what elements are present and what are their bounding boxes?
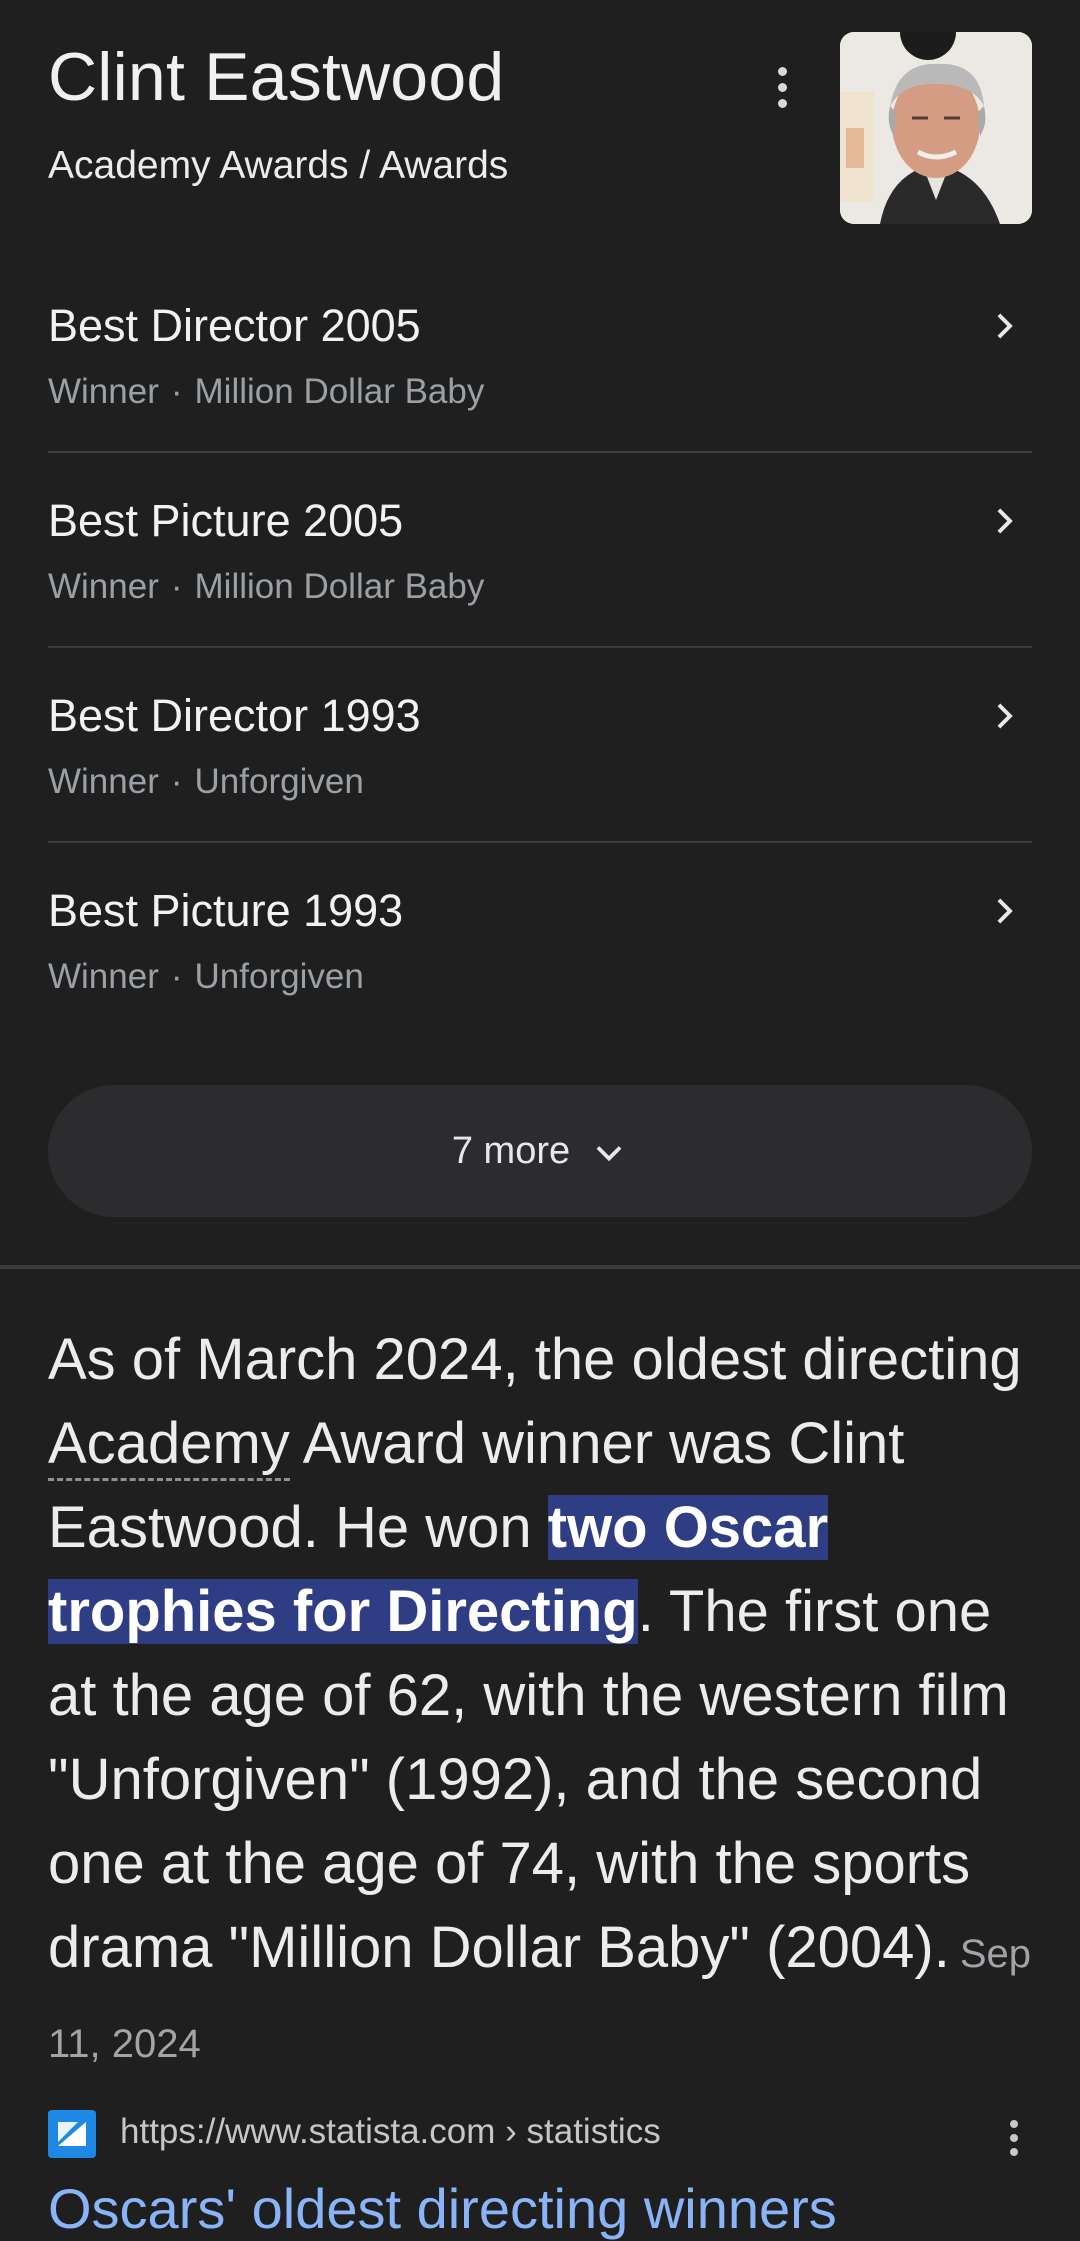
separator: · bbox=[170, 567, 183, 606]
featured-snippet: As of March 2024, the oldest directing A… bbox=[48, 1318, 1038, 2086]
award-meta: Winner · Million Dollar Baby bbox=[48, 567, 484, 607]
chevron-right-icon[interactable] bbox=[986, 893, 1022, 929]
award-meta: Winner · Unforgiven bbox=[48, 957, 364, 997]
award-status: Winner bbox=[48, 567, 159, 606]
award-status: Winner bbox=[48, 762, 159, 801]
page-title: Clint Eastwood bbox=[48, 39, 505, 115]
chevron-down-icon bbox=[596, 1146, 622, 1162]
snippet-term-link[interactable]: Academy bbox=[48, 1411, 290, 1481]
list-item[interactable]: Best Picture 2005 Winner · Million Dollar … bbox=[48, 453, 1032, 648]
award-film: Unforgiven bbox=[194, 957, 364, 996]
section-divider bbox=[0, 1265, 1080, 1269]
knowledge-panel-header: Clint Eastwood Academy Awards / Awards bbox=[0, 0, 1080, 240]
award-film: Million Dollar Baby bbox=[194, 567, 485, 606]
award-film: Million Dollar Baby bbox=[194, 372, 485, 411]
separator: · bbox=[170, 762, 183, 801]
statista-favicon-icon bbox=[48, 2110, 96, 2158]
chevron-right-icon[interactable] bbox=[986, 503, 1022, 539]
chevron-right-icon[interactable] bbox=[986, 308, 1022, 344]
awards-list: Best Director 2005 Winner · Million Dollar… bbox=[48, 258, 1032, 1038]
award-title: Best Picture 1993 bbox=[48, 885, 404, 936]
more-vert-icon[interactable] bbox=[764, 60, 800, 114]
result-title-link[interactable]: Oscars' oldest directing winners bbox=[48, 2176, 837, 2241]
portrait-image bbox=[840, 32, 1032, 224]
more-vert-icon[interactable] bbox=[996, 2114, 1032, 2162]
award-film: Unforgiven bbox=[194, 762, 364, 801]
award-status: Winner bbox=[48, 372, 159, 411]
award-title: Best Director 2005 bbox=[48, 300, 421, 351]
award-status: Winner bbox=[48, 957, 159, 996]
breadcrumb[interactable]: Academy Awards / Awards bbox=[48, 144, 508, 188]
separator: · bbox=[170, 957, 183, 996]
source-url[interactable]: https://www.statista.com › statistics bbox=[120, 2112, 661, 2152]
award-meta: Winner · Million Dollar Baby bbox=[48, 372, 484, 412]
award-title: Best Director 1993 bbox=[48, 690, 421, 741]
search-result-page: Clint Eastwood Academy Awards / Awards B… bbox=[0, 0, 1080, 2241]
list-item[interactable]: Best Director 1993 Winner · Unforgiven bbox=[48, 648, 1032, 843]
show-more-button[interactable]: 7 more bbox=[48, 1085, 1032, 1217]
list-item[interactable]: Best Picture 1993 Winner · Unforgiven bbox=[48, 843, 1032, 1038]
show-more-label: 7 more bbox=[451, 1129, 571, 1172]
award-title: Best Picture 2005 bbox=[48, 495, 404, 546]
snippet-text: As of March 2024, the oldest directing bbox=[48, 1327, 1022, 1392]
separator: · bbox=[170, 372, 183, 411]
list-item[interactable]: Best Director 2005 Winner · Million Dollar… bbox=[48, 258, 1032, 453]
award-meta: Winner · Unforgiven bbox=[48, 762, 364, 802]
chevron-right-icon[interactable] bbox=[986, 698, 1022, 734]
person-photo[interactable] bbox=[840, 32, 1032, 224]
